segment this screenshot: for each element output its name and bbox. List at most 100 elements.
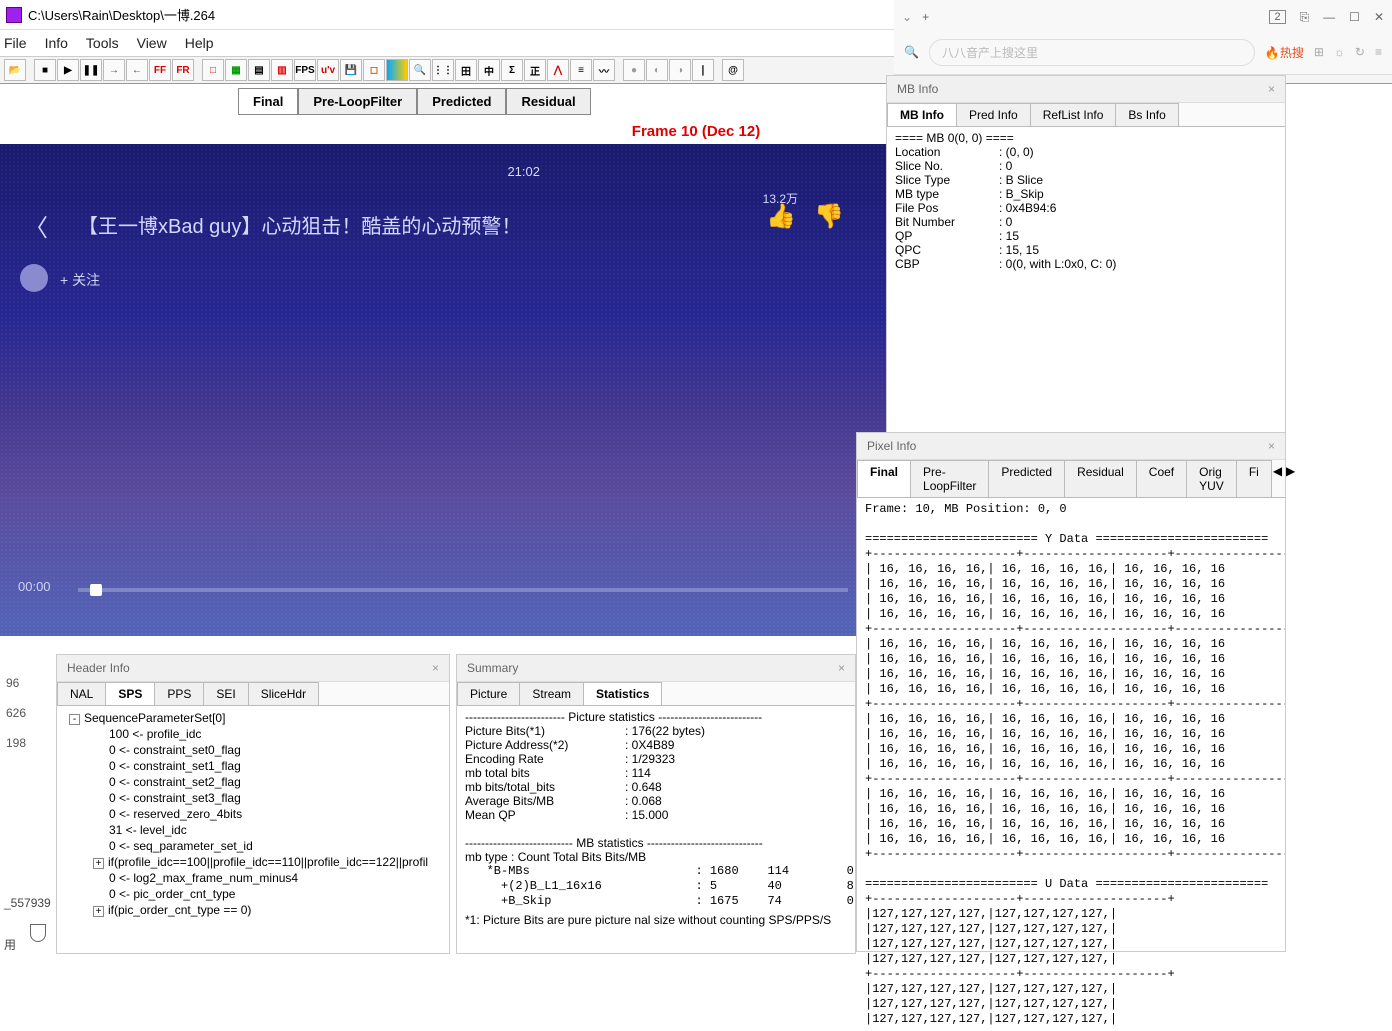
tree-node[interactable]: 0 <- pic_order_cnt_type xyxy=(65,886,441,902)
grid3-tool[interactable]: ▥ xyxy=(271,59,293,81)
pause-button[interactable]: ❚❚ xyxy=(80,59,102,81)
follow-button[interactable]: + 关注 xyxy=(60,270,100,290)
tree-node[interactable]: 0 <- constraint_set2_flag xyxy=(65,774,441,790)
extensions-icon[interactable]: ⎘ xyxy=(1300,10,1310,25)
tab-mbinfo[interactable]: MB Info xyxy=(887,103,957,126)
tab-bsinfo[interactable]: Bs Info xyxy=(1115,103,1178,126)
scroll-left-icon[interactable]: ◀ xyxy=(1271,460,1284,497)
browser-close-icon[interactable]: ✕ xyxy=(1374,10,1384,24)
tab-reflist[interactable]: RefList Info xyxy=(1030,103,1117,126)
back-icon[interactable]: 〈 xyxy=(24,208,48,243)
tab-stream[interactable]: Stream xyxy=(519,682,584,705)
new-tab-button[interactable]: + xyxy=(922,10,929,24)
theme-icon[interactable]: ☼ xyxy=(1334,45,1345,59)
save-button[interactable]: 💾 xyxy=(340,59,362,81)
tab-statistics[interactable]: Statistics xyxy=(583,682,662,705)
tab-sps[interactable]: SPS xyxy=(105,682,155,705)
tree-node[interactable]: 0 <- constraint_set1_flag xyxy=(65,758,441,774)
grid-tool[interactable]: ▦ xyxy=(225,59,247,81)
tab-residual[interactable]: Residual xyxy=(506,88,590,115)
hist-button[interactable]: ⋀ xyxy=(547,59,569,81)
browser-max-icon[interactable]: ☐ xyxy=(1349,10,1360,24)
apps-icon[interactable]: ⊞ xyxy=(1314,45,1324,59)
o1-button[interactable]: ● xyxy=(623,59,645,81)
stop-button[interactable]: ■ xyxy=(34,59,56,81)
tree-node[interactable]: 0 <- reserved_zero_4bits xyxy=(65,806,441,822)
close-icon[interactable]: × xyxy=(432,661,439,675)
t1-button[interactable]: 田 xyxy=(455,59,477,81)
tree-node[interactable]: -SequenceParameterSet[0] xyxy=(65,710,441,726)
close-icon[interactable]: × xyxy=(838,661,845,675)
pix-tab-predicted[interactable]: Predicted xyxy=(988,460,1065,497)
progress-handle[interactable] xyxy=(90,584,102,596)
refresh-icon[interactable]: ↻ xyxy=(1355,45,1365,59)
open-icon[interactable]: 📂 xyxy=(4,59,26,81)
tab-slicehdr[interactable]: SliceHdr xyxy=(248,682,319,705)
o3-button[interactable]: ◑ xyxy=(669,59,691,81)
menu-info[interactable]: Info xyxy=(45,35,68,51)
sigma-button[interactable]: Σ xyxy=(501,59,523,81)
close-icon[interactable]: × xyxy=(1268,439,1275,453)
fps-button[interactable]: FPS xyxy=(294,59,316,81)
grid2-tool[interactable]: ▤ xyxy=(248,59,270,81)
pix-tab-final[interactable]: Final xyxy=(857,460,911,497)
tab-predinfo[interactable]: Pred Info xyxy=(956,103,1031,126)
ff-button[interactable]: FF xyxy=(149,59,171,81)
t3-button[interactable]: 正 xyxy=(524,59,546,81)
crop-tool[interactable]: ◻ xyxy=(363,59,385,81)
bar-button[interactable]: ❘ xyxy=(692,59,714,81)
fr-button[interactable]: FR xyxy=(172,59,194,81)
tree-node[interactable]: 100 <- profile_idc xyxy=(65,726,441,742)
tab-pps[interactable]: PPS xyxy=(154,682,204,705)
sps-tree[interactable]: -SequenceParameterSet[0]100 <- profile_i… xyxy=(57,706,449,922)
search-icon[interactable]: 🔍 xyxy=(904,45,919,59)
tree-node[interactable]: 0 <- seq_parameter_set_id xyxy=(65,838,441,854)
progress-bar[interactable] xyxy=(78,588,848,592)
dots-button[interactable]: ⋮⋮ xyxy=(432,59,454,81)
scroll-right-icon[interactable]: ▶ xyxy=(1284,460,1297,497)
tab-sei[interactable]: SEI xyxy=(203,682,248,705)
at-button[interactable]: @ xyxy=(722,59,744,81)
tab-final[interactable]: Final xyxy=(238,88,298,115)
pix-tab-preloop[interactable]: Pre-LoopFilter xyxy=(910,460,989,497)
tab-preloop[interactable]: Pre-LoopFilter xyxy=(298,88,417,115)
tab-chevron-icon[interactable]: ⌄ xyxy=(902,10,912,24)
tab-count[interactable]: 2 xyxy=(1269,10,1285,24)
thumb-down-icon[interactable]: 👎 xyxy=(814,202,844,231)
o2-button[interactable]: ◐ xyxy=(646,59,668,81)
uv-button[interactable]: u'v xyxy=(317,59,339,81)
menu-view[interactable]: View xyxy=(137,35,167,51)
find-button[interactable]: 🔍 xyxy=(409,59,431,81)
pix-tab-origyuv[interactable]: Orig YUV xyxy=(1186,460,1237,497)
menu-file[interactable]: File xyxy=(4,35,27,51)
search-input[interactable]: 八八音产上搜这里 xyxy=(929,39,1255,66)
menu-tools[interactable]: Tools xyxy=(86,35,119,51)
hot-search[interactable]: 🔥热搜 xyxy=(1265,44,1304,61)
tree-node[interactable]: 0 <- log2_max_frame_num_minus4 xyxy=(65,870,441,886)
thumb-up-icon[interactable]: 👍 xyxy=(766,202,796,231)
avatar[interactable] xyxy=(20,264,48,292)
wave-button[interactable]: 〰 xyxy=(593,59,615,81)
menu-help[interactable]: Help xyxy=(185,35,214,51)
bars-button[interactable]: ≡ xyxy=(570,59,592,81)
step-fwd-button[interactable]: → xyxy=(103,59,125,81)
video-frame[interactable]: 21:02 〈 【王一博xBad guy】心动狙击！酷盖的心动预警！ 13.2万… xyxy=(0,144,890,636)
browser-min-icon[interactable]: — xyxy=(1323,10,1335,24)
tab-picture[interactable]: Picture xyxy=(457,682,520,705)
tab-nal[interactable]: NAL xyxy=(57,682,106,705)
menu-icon[interactable]: ≡ xyxy=(1375,45,1382,59)
pix-tab-fi[interactable]: Fi xyxy=(1236,460,1272,497)
tree-node[interactable]: 0 <- constraint_set0_flag xyxy=(65,742,441,758)
tree-node[interactable]: +if(profile_idc==100||profile_idc==110||… xyxy=(65,854,441,870)
close-icon[interactable]: × xyxy=(1268,82,1275,96)
pix-tab-residual[interactable]: Residual xyxy=(1064,460,1137,497)
play-button[interactable]: ▶ xyxy=(57,59,79,81)
tree-node[interactable]: +if(pic_order_cnt_type == 0) xyxy=(65,902,441,918)
color-tool[interactable] xyxy=(386,59,408,81)
shield-icon[interactable] xyxy=(30,924,46,942)
step-back-button[interactable]: ← xyxy=(126,59,148,81)
tree-node[interactable]: 0 <- constraint_set3_flag xyxy=(65,790,441,806)
tab-predicted[interactable]: Predicted xyxy=(417,88,506,115)
rect-tool[interactable]: □ xyxy=(202,59,224,81)
pix-tab-coef[interactable]: Coef xyxy=(1136,460,1187,497)
